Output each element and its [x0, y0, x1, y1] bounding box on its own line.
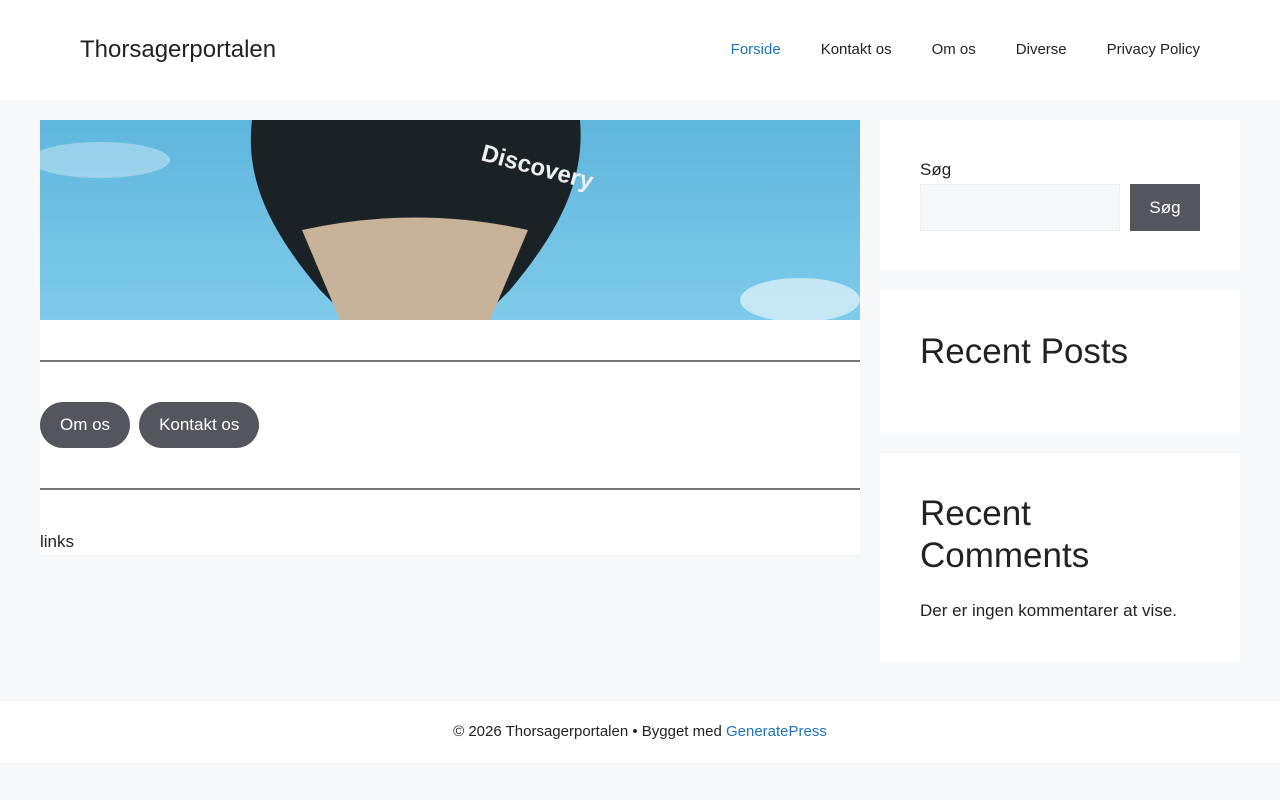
divider	[40, 360, 860, 362]
search-input[interactable]	[920, 184, 1120, 231]
generatepress-link[interactable]: GeneratePress	[726, 723, 827, 740]
sidebar: Søg Søg Recent Posts Recent Comments Der…	[880, 120, 1240, 681]
hero-image: Discovery	[40, 120, 860, 320]
content: Discovery Om os Kontakt os links	[40, 120, 860, 681]
divider	[40, 488, 860, 490]
kontakt-os-button[interactable]: Kontakt os	[139, 402, 260, 448]
recent-comments-heading: Recent Comments	[920, 494, 1090, 575]
site-title[interactable]: Thorsagerportalen	[80, 36, 276, 64]
recent-posts-heading: Recent Posts	[920, 332, 1129, 371]
main-nav: Forside Kontakt os Om os Diverse Privacy…	[711, 0, 1220, 100]
search-button[interactable]: Søg	[1130, 184, 1200, 231]
nav-diverse[interactable]: Diverse	[996, 0, 1087, 100]
balloon-image: Discovery	[40, 120, 860, 320]
search-widget: Søg Søg	[880, 120, 1240, 271]
om-os-button[interactable]: Om os	[40, 402, 131, 448]
nav-kontakt-os[interactable]: Kontakt os	[801, 0, 912, 100]
site-footer: © 2026 Thorsagerportalen • Bygget med Ge…	[0, 701, 1280, 763]
no-comments-text: Der er ingen kommentarer at vise.	[920, 601, 1177, 620]
recent-posts-widget: Recent Posts	[880, 291, 1240, 433]
copyright-text: © 2026 Thorsagerportalen • Bygget med	[453, 723, 726, 740]
nav-om-os[interactable]: Om os	[912, 0, 996, 100]
nav-privacy-policy[interactable]: Privacy Policy	[1087, 0, 1220, 100]
search-label: Søg	[920, 160, 952, 179]
links-text: links	[40, 532, 75, 551]
recent-comments-widget: Recent Comments Der er ingen kommentarer…	[880, 453, 1240, 661]
article: Discovery Om os Kontakt os links	[40, 120, 860, 555]
nav-forside[interactable]: Forside	[711, 0, 801, 100]
site-header: Thorsagerportalen Forside Kontakt os Om …	[0, 0, 1280, 100]
